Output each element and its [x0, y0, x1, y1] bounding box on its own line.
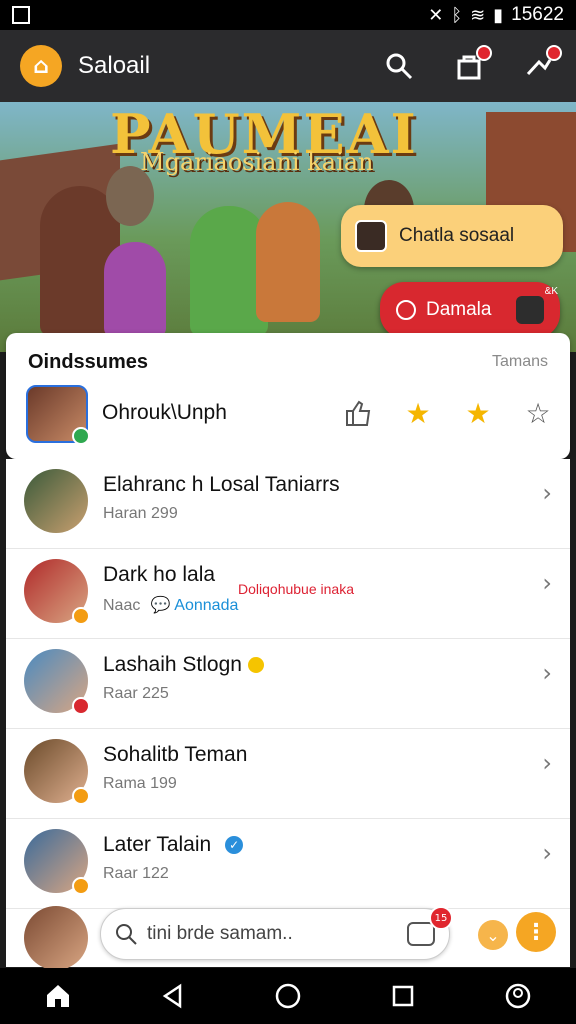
banner-character-fox — [256, 202, 320, 322]
chip-label: Damala — [426, 299, 492, 320]
mute-icon: ✕ — [428, 4, 444, 26]
chevron-right-icon: › — [542, 749, 552, 777]
list-item-title: Later Talain ✓ — [103, 833, 244, 857]
clock: 15622 — [511, 4, 564, 25]
status-badge — [72, 697, 90, 715]
profile-icon[interactable] — [498, 976, 538, 1016]
list-item-subtitle: Naac 💬 Aonnada — [103, 595, 238, 615]
search-placeholder: tini brde samam.. — [147, 923, 293, 944]
chevron-right-icon: › — [542, 479, 552, 507]
app-actions — [382, 45, 562, 83]
list-item[interactable]: Elahranc h Losal Taniarrs Haran 299 › — [6, 459, 570, 549]
chip-label: Chatla sosaal — [399, 225, 515, 246]
chevron-down-icon[interactable]: ⌄ — [478, 920, 508, 950]
status-icons: ✕ ᛒ ≋ ▮ 15622 — [428, 4, 564, 26]
avatar — [24, 649, 90, 715]
search-icon[interactable] — [382, 49, 416, 83]
search-input[interactable]: tini brde samam.. 15 — [100, 906, 453, 960]
camera-badge: 15 — [429, 906, 453, 930]
card-title: Oindssumes — [28, 351, 149, 373]
avatar — [24, 559, 90, 625]
status-badge — [72, 787, 90, 805]
app-logo-icon[interactable]: ⌂ — [20, 45, 62, 87]
bluetooth-icon: ᛒ — [451, 4, 463, 26]
list-item[interactable]: Later Talain ✓ Raar 122 › — [6, 819, 570, 909]
list-item-subtitle: Haran 299 — [103, 505, 178, 522]
list-item[interactable]: Sohalitb Teman Rama 199 › — [6, 729, 570, 819]
avatar — [24, 469, 88, 533]
list-item-title: Elahranc h Losal Taniarrs — [103, 473, 340, 496]
shopping-bag-icon[interactable] — [452, 45, 492, 83]
app-bar: ⌂ Saloail — [0, 30, 576, 102]
notification-dot — [476, 45, 492, 61]
home-icon[interactable] — [38, 976, 78, 1016]
verified-badge-icon — [247, 657, 264, 674]
banner-subtitle: Mgariaosiani kaian — [140, 148, 374, 176]
chevron-right-icon: › — [542, 569, 552, 597]
chip-badge: &K — [544, 286, 558, 297]
verified-check-icon: ✓ — [225, 836, 244, 855]
status-badge — [72, 877, 90, 895]
banner-character-man — [106, 166, 154, 226]
camera-icon[interactable]: 15 — [407, 906, 453, 946]
title-text: Lashaih Stlogn — [103, 653, 242, 676]
circle-home-icon[interactable] — [268, 976, 308, 1016]
app-title: Saloail — [78, 52, 151, 79]
status-badge — [72, 607, 90, 625]
subtitle-link[interactable]: Aonnada — [174, 597, 238, 614]
list-item-title: Lashaih Stlogn — [103, 653, 264, 677]
avatar[interactable] — [26, 385, 90, 445]
avatar — [24, 829, 90, 895]
chat-bubble-icon: 💬 — [150, 597, 171, 614]
list-item-title: Dark ho lala — [103, 563, 216, 586]
more-options-button[interactable]: ⋮ — [516, 912, 556, 952]
heart-icon — [396, 300, 416, 320]
status-badge — [72, 427, 90, 445]
wifi-icon: ≋ — [470, 4, 486, 26]
card-right-label[interactable]: Tamans — [492, 353, 548, 371]
star-icon[interactable]: ★ — [462, 397, 494, 430]
title-text: Later Talain — [103, 833, 212, 856]
star-outline-icon[interactable]: ☆ — [522, 397, 554, 430]
featured-card: Oindssumes Tamans Ohrouk\Unph ★ ★ ☆ — [6, 333, 570, 459]
notification-dot — [546, 45, 562, 61]
card-actions: ★ ★ ☆ — [342, 397, 554, 430]
list-item-subtitle: Raar 225 — [103, 685, 169, 702]
thumbs-up-icon[interactable] — [342, 397, 374, 429]
gallery-icon — [12, 6, 30, 24]
avatar — [24, 739, 90, 805]
demo-chip[interactable]: Damala &K — [380, 282, 560, 338]
list-item[interactable]: Dark ho lala Doliqohubue inaka Naac 💬 Ao… — [6, 549, 570, 639]
star-icon[interactable]: ★ — [402, 397, 434, 430]
avatar — [24, 906, 88, 970]
chat-social-chip[interactable]: Chatla sosaal — [341, 205, 563, 267]
system-nav-bar — [0, 968, 576, 1024]
banner-character-child — [104, 242, 166, 338]
avatar — [355, 220, 387, 252]
list-item-title: Sohalitb Teman — [103, 743, 248, 766]
back-icon[interactable] — [153, 976, 193, 1016]
signal-icon: ▮ — [493, 4, 504, 26]
list-item-note: Doliqohubue inaka — [238, 581, 354, 597]
list-item-subtitle: Raar 122 — [103, 865, 169, 882]
status-bar: ✕ ᛒ ≋ ▮ 15622 — [0, 0, 576, 30]
contact-list: Elahranc h Losal Taniarrs Haran 299 › Da… — [6, 459, 570, 967]
list-item-subtitle: Rama 199 — [103, 775, 177, 792]
chevron-right-icon: › — [542, 659, 552, 687]
recent-apps-icon[interactable] — [383, 976, 423, 1016]
search-icon — [116, 924, 137, 945]
card-name: Ohrouk\Unph — [102, 401, 227, 424]
avatar: &K — [516, 286, 558, 324]
list-item[interactable]: Lashaih Stlogn Raar 225 › — [6, 639, 570, 729]
subtitle-text: Naac — [103, 597, 141, 614]
network-icon[interactable] — [522, 45, 562, 83]
bottom-search-area: tini brde samam.. 15 ⌄ ⋮ — [0, 900, 576, 970]
chevron-right-icon: › — [542, 839, 552, 867]
